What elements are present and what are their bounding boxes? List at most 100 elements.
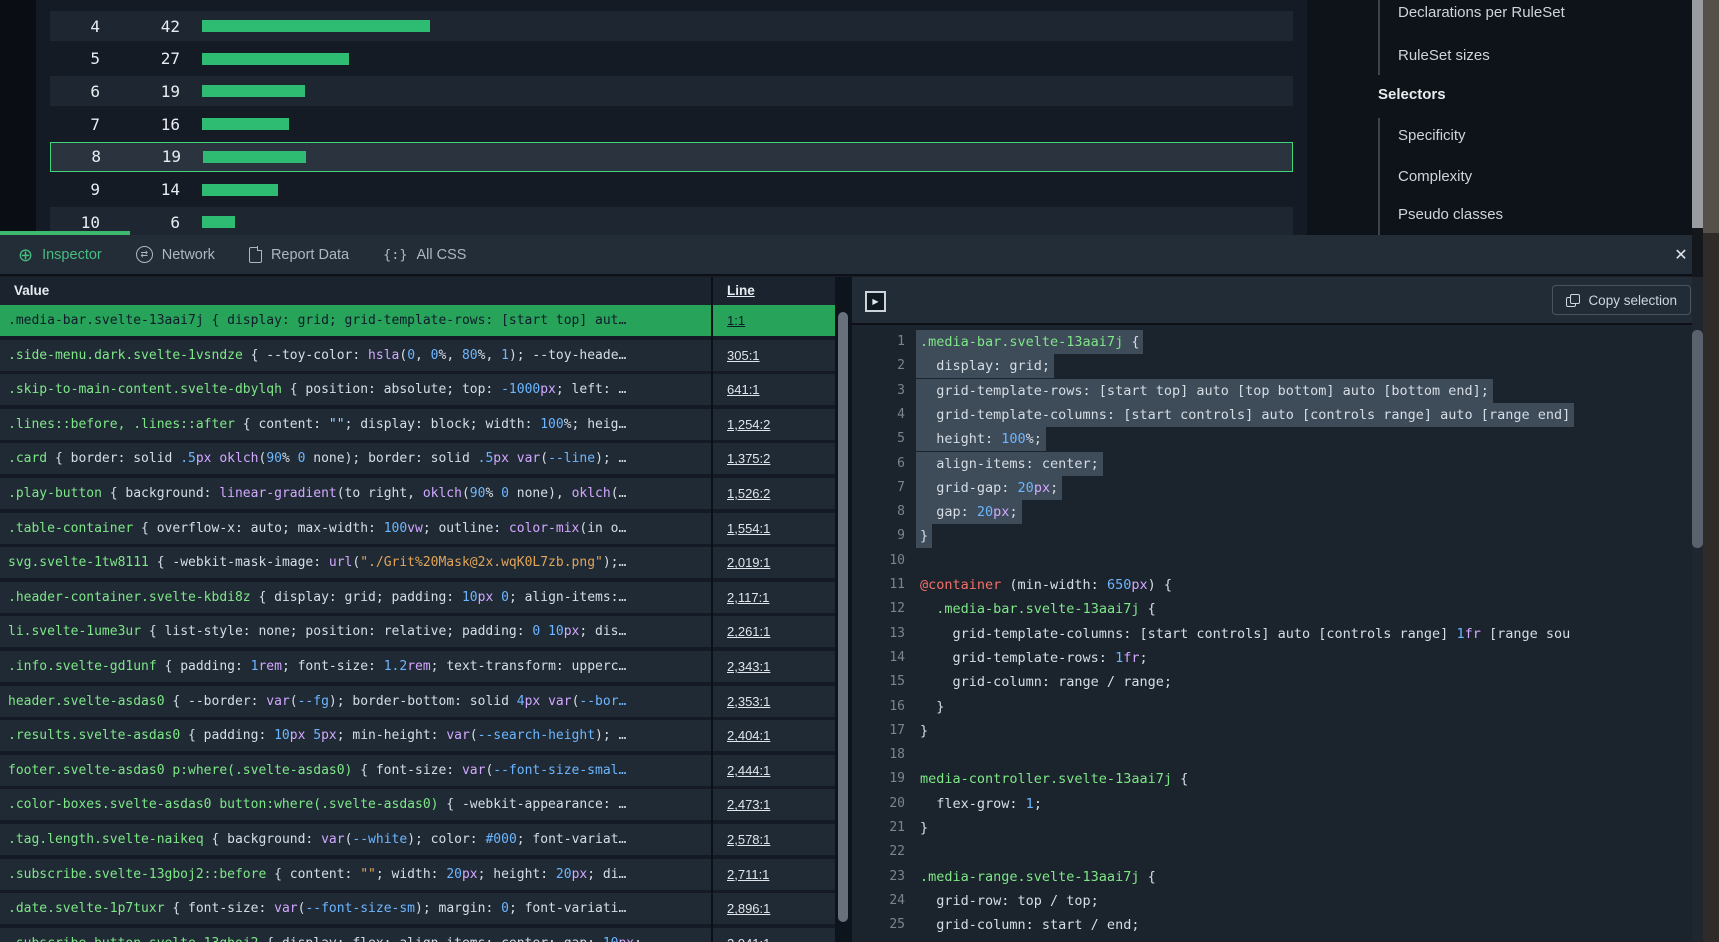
- page-scrollbar-thumb[interactable]: [1692, 0, 1703, 228]
- value-cell[interactable]: .results.svelte-asdas0 { padding: 10px 5…: [0, 720, 706, 751]
- inspector-row[interactable]: li.svelte-1ume3ur { list-style: none; po…: [0, 616, 835, 647]
- column-header-line[interactable]: Line: [727, 277, 755, 305]
- code-line[interactable]: 15 grid-column: range / range;: [852, 670, 1703, 694]
- line-link[interactable]: 305:1: [727, 340, 760, 371]
- chart-row[interactable]: 527: [50, 44, 1293, 74]
- inspector-row[interactable]: .side-menu.dark.svelte-1vsndze { --toy-c…: [0, 340, 835, 371]
- value-cell[interactable]: .subscribe-button.svelte-13gboj2 { displ…: [0, 928, 706, 942]
- line-link[interactable]: 2,404:1: [727, 720, 770, 751]
- value-cell[interactable]: li.svelte-1ume3ur { list-style: none; po…: [0, 616, 706, 647]
- nav-item-ruleset-sizes[interactable]: RuleSet sizes: [1398, 47, 1490, 64]
- line-link[interactable]: 2,261:1: [727, 616, 770, 647]
- code-line[interactable]: 2 display: grid;: [852, 354, 1703, 378]
- inspector-row[interactable]: footer.svelte-asdas0 p:where(.svelte-asd…: [0, 755, 835, 786]
- inspector-row[interactable]: svg.svelte-1tw8111 { -webkit-mask-image:…: [0, 547, 835, 578]
- value-cell[interactable]: footer.svelte-asdas0 p:where(.svelte-asd…: [0, 755, 706, 786]
- code-line[interactable]: 19media-controller.svelte-13aai7j {: [852, 767, 1703, 791]
- line-link[interactable]: 2,019:1: [727, 547, 770, 578]
- line-link[interactable]: 641:1: [727, 374, 760, 405]
- code-line[interactable]: 4 grid-template-columns: [start controls…: [852, 403, 1703, 427]
- line-link[interactable]: 2,117:1: [727, 582, 769, 613]
- line-link[interactable]: 2,578:1: [727, 824, 770, 855]
- value-cell[interactable]: .header-container.svelte-kbdi8z { displa…: [0, 582, 706, 613]
- line-link[interactable]: 2,941:1: [727, 928, 770, 942]
- inspector-row[interactable]: .subscribe.svelte-13gboj2::before { cont…: [0, 859, 835, 890]
- chart-row[interactable]: 716: [50, 109, 1293, 139]
- code-line[interactable]: 18: [852, 743, 1703, 767]
- code-line[interactable]: 1.media-bar.svelte-13aai7j {: [852, 330, 1703, 354]
- nav-item-declarations-per-ruleset[interactable]: Declarations per RuleSet: [1398, 4, 1565, 21]
- line-link[interactable]: 2,711:1: [727, 859, 769, 890]
- inspector-row[interactable]: .subscribe-button.svelte-13gboj2 { displ…: [0, 928, 835, 942]
- code-line[interactable]: 20 flex-grow: 1;: [852, 792, 1703, 816]
- nav-item-pseudo-classes[interactable]: Pseudo classes: [1398, 206, 1503, 223]
- inspector-row[interactable]: .lines::before, .lines::after { content:…: [0, 409, 835, 440]
- value-cell[interactable]: .subscribe.svelte-13gboj2::before { cont…: [0, 859, 706, 890]
- tab-inspector[interactable]: ⊕Inspector: [18, 246, 102, 264]
- code-line[interactable]: 9}: [852, 524, 1703, 548]
- value-cell[interactable]: .skip-to-main-content.svelte-dbylqh { po…: [0, 374, 706, 405]
- inspector-row[interactable]: .card { border: solid .5px oklch(90% 0 n…: [0, 443, 835, 474]
- code-line[interactable]: 23.media-range.svelte-13aai7j {: [852, 865, 1703, 889]
- inspector-row[interactable]: .media-bar.svelte-13aai7j { display: gri…: [0, 305, 835, 336]
- tab-network[interactable]: ⇄Network: [136, 246, 215, 263]
- chart-row[interactable]: 619: [50, 76, 1293, 106]
- code-line[interactable]: 3 grid-template-rows: [start top] auto […: [852, 379, 1703, 403]
- inspector-row[interactable]: .info.svelte-gd1unf { padding: 1rem; fon…: [0, 651, 835, 682]
- chart-row[interactable]: 106: [50, 207, 1293, 235]
- line-link[interactable]: 1:1: [727, 305, 745, 336]
- value-cell[interactable]: .info.svelte-gd1unf { padding: 1rem; fon…: [0, 651, 706, 682]
- inspector-row[interactable]: .play-button { background: linear-gradie…: [0, 478, 835, 509]
- nav-item-specificity[interactable]: Specificity: [1398, 127, 1466, 144]
- line-link[interactable]: 1,375:2: [727, 443, 770, 474]
- line-link[interactable]: 2,353:1: [727, 686, 770, 717]
- code-line[interactable]: 10: [852, 549, 1703, 573]
- inspector-row[interactable]: .tag.length.svelte-naikeq { background: …: [0, 824, 835, 855]
- copy-selection-button[interactable]: Copy selection: [1552, 285, 1691, 315]
- line-link[interactable]: 2,444:1: [727, 755, 770, 786]
- code-line[interactable]: 24 grid-row: top / top;: [852, 889, 1703, 913]
- code-line[interactable]: 5 height: 100%;: [852, 427, 1703, 451]
- inspector-row[interactable]: .results.svelte-asdas0 { padding: 10px 5…: [0, 720, 835, 751]
- tab-report-data[interactable]: Report Data: [249, 247, 349, 263]
- code-line[interactable]: 16 }: [852, 695, 1703, 719]
- value-cell[interactable]: .play-button { background: linear-gradie…: [0, 478, 706, 509]
- value-cell[interactable]: .color-boxes.svelte-asdas0 button:where(…: [0, 789, 706, 820]
- code-line[interactable]: 22: [852, 840, 1703, 864]
- chart-row[interactable]: 819: [50, 142, 1293, 172]
- code-line[interactable]: 14 grid-template-rows: 1fr;: [852, 646, 1703, 670]
- code-line[interactable]: 26 display: fl: [852, 938, 1703, 942]
- inspector-row[interactable]: .color-boxes.svelte-asdas0 button:where(…: [0, 789, 835, 820]
- inspector-row[interactable]: .header-container.svelte-kbdi8z { displa…: [0, 582, 835, 613]
- inspector-row[interactable]: header.svelte-asdas0 { --border: var(--f…: [0, 686, 835, 717]
- code-line[interactable]: 21}: [852, 816, 1703, 840]
- chart-row[interactable]: 442: [50, 11, 1293, 41]
- line-link[interactable]: 1,526:2: [727, 478, 770, 509]
- value-cell[interactable]: svg.svelte-1tw8111 { -webkit-mask-image:…: [0, 547, 706, 578]
- code-line[interactable]: 17}: [852, 719, 1703, 743]
- line-link[interactable]: 1,254:2: [727, 409, 770, 440]
- value-cell[interactable]: .table-container { overflow-x: auto; max…: [0, 513, 706, 544]
- code-line[interactable]: 7 grid-gap: 20px;: [852, 476, 1703, 500]
- inspector-row[interactable]: .skip-to-main-content.svelte-dbylqh { po…: [0, 374, 835, 405]
- value-cell[interactable]: .card { border: solid .5px oklch(90% 0 n…: [0, 443, 706, 474]
- code-line[interactable]: 8 gap: 20px;: [852, 500, 1703, 524]
- code-line[interactable]: 11@container (min-width: 650px) {: [852, 573, 1703, 597]
- code-line[interactable]: 6 align-items: center;: [852, 452, 1703, 476]
- inspector-row[interactable]: .date.svelte-1p7tuxr { font-size: var(--…: [0, 893, 835, 924]
- line-link[interactable]: 1,554:1: [727, 513, 770, 544]
- code-line[interactable]: 12 .media-bar.svelte-13aai7j {: [852, 597, 1703, 621]
- value-cell[interactable]: .tag.length.svelte-naikeq { background: …: [0, 824, 706, 855]
- table-scrollbar-thumb[interactable]: [838, 312, 848, 922]
- inspector-row[interactable]: .table-container { overflow-x: auto; max…: [0, 513, 835, 544]
- value-cell[interactable]: .date.svelte-1p7tuxr { font-size: var(--…: [0, 893, 706, 924]
- value-cell[interactable]: .side-menu.dark.svelte-1vsndze { --toy-c…: [0, 340, 706, 371]
- code-line[interactable]: 13 grid-template-columns: [start control…: [852, 622, 1703, 646]
- line-link[interactable]: 2,473:1: [727, 789, 770, 820]
- value-cell[interactable]: header.svelte-asdas0 { --border: var(--f…: [0, 686, 706, 717]
- code-line[interactable]: 25 grid-column: start / end;: [852, 913, 1703, 937]
- expand-sidebar-icon[interactable]: ▶: [865, 291, 886, 312]
- chart-row[interactable]: 914: [50, 175, 1293, 205]
- line-link[interactable]: 2,343:1: [727, 651, 770, 682]
- close-panel-button[interactable]: ✕: [1670, 245, 1692, 267]
